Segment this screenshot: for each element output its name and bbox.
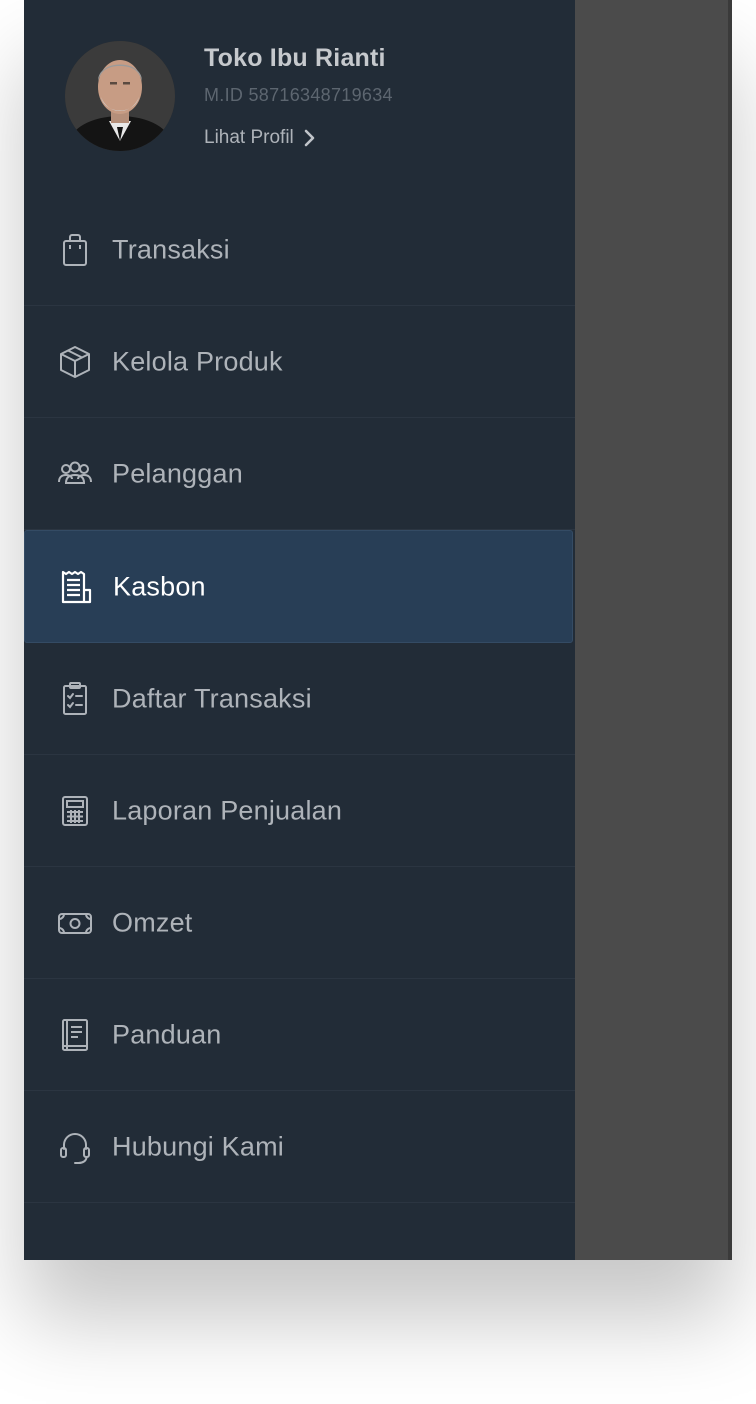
menu-label: Panduan [112, 1019, 222, 1049]
headset-icon [56, 1128, 94, 1166]
app-frame: Toko Ibu Rianti M.ID 58716348719634 Liha… [24, 0, 732, 1260]
profile-header: Toko Ibu Rianti M.ID 58716348719634 Liha… [24, 0, 575, 194]
menu-item-hubungi-kami[interactable]: Hubungi Kami [24, 1091, 575, 1203]
view-profile-link[interactable]: Lihat Profil [204, 127, 316, 149]
menu-label: Daftar Transaksi [112, 683, 312, 713]
menu-item-laporan-penjualan[interactable]: Laporan Penjualan [24, 755, 575, 867]
menu-item-panduan[interactable]: Panduan [24, 979, 575, 1091]
menu-label: Kasbon [113, 571, 206, 601]
menu-label: Omzet [112, 907, 193, 937]
box-icon [56, 343, 94, 381]
cash-icon [56, 904, 94, 942]
shopping-bag-icon [56, 231, 94, 269]
calculator-icon [56, 792, 94, 830]
customers-icon [56, 455, 94, 493]
menu-item-daftar-transaksi[interactable]: Daftar Transaksi [24, 643, 575, 755]
receipt-icon [57, 568, 95, 606]
store-name: Toko Ibu Rianti [204, 44, 386, 72]
menu-label: Laporan Penjualan [112, 795, 343, 825]
menu-item-omzet[interactable]: Omzet [24, 867, 575, 979]
menu-label: Pelanggan [112, 458, 243, 488]
checklist-icon [56, 680, 94, 718]
view-profile-label: Lihat Profil [204, 127, 294, 148]
menu-item-transaksi[interactable]: Transaksi [24, 194, 575, 306]
guide-book-icon [56, 1016, 94, 1054]
chevron-right-icon [304, 129, 316, 147]
menu-label: Hubungi Kami [112, 1131, 284, 1161]
menu-label: Transaksi [112, 234, 230, 264]
menu-item-kelola-produk[interactable]: Kelola Produk [24, 306, 575, 418]
avatar[interactable] [65, 41, 175, 151]
navigation-drawer: Toko Ibu Rianti M.ID 58716348719634 Liha… [24, 0, 575, 1260]
menu-item-pelanggan[interactable]: Pelanggan [24, 418, 575, 530]
overlay-edge [728, 0, 732, 1260]
menu-list: Transaksi Kelola Produk Pelanggan Kasbon [24, 194, 575, 1203]
menu-label: Kelola Produk [112, 346, 283, 376]
merchant-id: M.ID 58716348719634 [204, 85, 393, 105]
menu-item-kasbon[interactable]: Kasbon [24, 530, 573, 643]
